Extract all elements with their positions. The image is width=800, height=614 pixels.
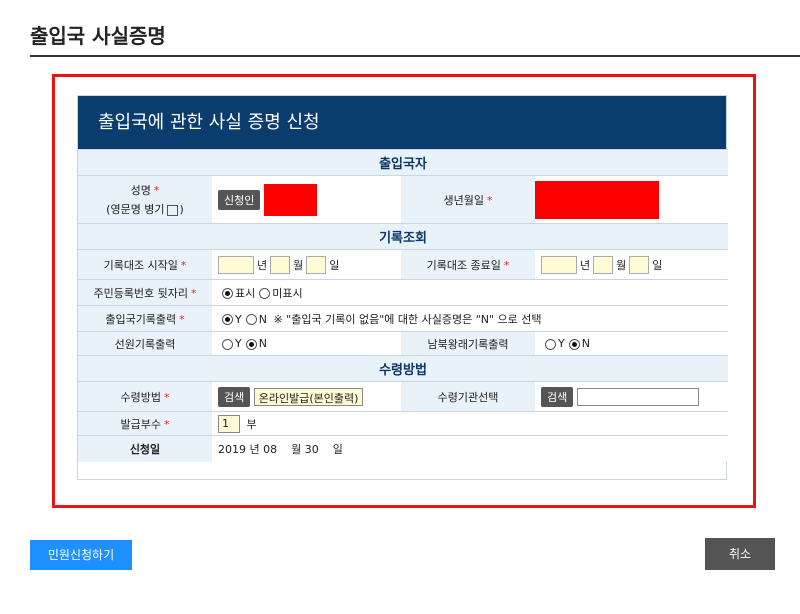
immigration-y-label: Y: [235, 312, 242, 326]
apply-button[interactable]: 민원신청하기: [30, 540, 132, 570]
unit-day: 일: [652, 258, 663, 272]
crew-n-radio[interactable]: [245, 338, 257, 350]
method-label-cell: 수령방법 *: [78, 381, 212, 412]
section-applicant: 출입국자: [78, 149, 729, 176]
required-mark: *: [486, 193, 493, 207]
immigration-label: 출입국기록출력: [105, 312, 177, 326]
interkorean-n-radio[interactable]: [568, 338, 580, 350]
start-date-label: 기록대조 시작일: [103, 258, 178, 272]
redacted-name: [263, 183, 317, 216]
application-form: 출입국에 관한 사실 증명 신청 출입국자 성명 * (영문명 병기) 신청인 생…: [77, 95, 729, 480]
interkorean-y-radio[interactable]: [545, 338, 556, 350]
required-mark: *: [503, 258, 510, 272]
agency-cell: 검색: [535, 381, 729, 412]
required-mark: *: [163, 390, 170, 404]
interkorean-label: 남북왕래기록출력: [427, 337, 509, 351]
unit-month: 월: [616, 258, 627, 272]
crew-y-radio[interactable]: [222, 338, 233, 350]
date-label-cell: 신청일: [78, 435, 212, 462]
crew-label: 선원기록출력: [114, 337, 176, 351]
id-suffix-label-cell: 주민등록번호 뒷자리 *: [78, 279, 212, 306]
agency-label: 수령기관선택: [437, 390, 499, 404]
birth-value-cell: [535, 175, 729, 224]
crew-y-label: Y: [235, 337, 242, 350]
id-suffix-label: 주민등록번호 뒷자리: [93, 286, 189, 300]
interkorean-n-label: N: [581, 337, 590, 350]
method-cell: 검색 온라인발급(본인출력): [212, 381, 401, 412]
immigration-y-radio[interactable]: [222, 314, 233, 325]
agency-input[interactable]: [576, 387, 699, 406]
section-receipt: 수령방법: [78, 355, 729, 382]
birth-label-cell: 생년월일 *: [401, 175, 535, 224]
start-date-cell: 년월일: [212, 249, 401, 280]
crew-n-label: N: [258, 337, 267, 350]
name-label-cell: 성명 * (영문명 병기): [78, 175, 212, 224]
redacted-birthdate: [535, 180, 659, 219]
unit-day: 일: [329, 258, 340, 272]
end-date-label-cell: 기록대조 종료일 *: [401, 249, 535, 280]
section-records: 기록조회: [78, 223, 729, 250]
name-label: 성명: [130, 184, 151, 197]
required-mark: *: [180, 258, 187, 272]
interkorean-label-cell: 남북왕래기록출력: [401, 331, 535, 356]
immigration-n-label: N: [258, 312, 267, 326]
copies-cell: 1 부: [212, 411, 729, 436]
end-month-input[interactable]: [593, 255, 614, 274]
interkorean-y-label: Y: [558, 337, 565, 350]
id-show-radio[interactable]: [222, 288, 233, 299]
start-month-input[interactable]: [270, 255, 291, 274]
required-mark: *: [191, 286, 197, 300]
english-name-label: (영문명 병기: [106, 203, 165, 216]
agency-label-cell: 수령기관선택: [401, 381, 535, 412]
end-date-label: 기록대조 종료일: [426, 258, 501, 272]
page-title: 출입국 사실증명: [30, 24, 166, 48]
applicant-button[interactable]: 신청인: [218, 189, 261, 210]
interkorean-cell: YN: [535, 331, 729, 356]
end-date-cell: 년월일: [535, 249, 729, 280]
copies-input[interactable]: 1: [218, 414, 240, 433]
copies-label: 발급부수: [120, 417, 161, 431]
immigration-n-radio[interactable]: [245, 314, 257, 325]
date-label: 신청일: [129, 442, 161, 456]
end-year-input[interactable]: [541, 255, 577, 274]
form-table: 출입국자 성명 * (영문명 병기) 신청인 생년월일 * 기록조회 기록대조 …: [78, 149, 729, 462]
end-day-input[interactable]: [629, 255, 650, 274]
form-header: 출입국에 관한 사실 증명 신청: [78, 96, 726, 149]
id-show-label: 표시: [235, 286, 256, 300]
agency-search-button[interactable]: 검색: [541, 386, 574, 407]
unit-year: 년: [580, 258, 591, 272]
start-year-input[interactable]: [218, 255, 254, 274]
immigration-note: ※ "출입국 기록이 없음"에 대한 사실증명은 "N" 으로 선택: [273, 312, 542, 326]
crew-label-cell: 선원기록출력: [78, 331, 212, 356]
immigration-label-cell: 출입국기록출력 *: [78, 305, 212, 332]
required-mark: *: [179, 312, 185, 326]
title-divider: [30, 55, 800, 57]
copies-label-cell: 발급부수 *: [78, 411, 212, 436]
required-mark: *: [153, 184, 160, 197]
application-date: 2019 년 08 월 30 일: [212, 435, 729, 462]
method-search-button[interactable]: 검색: [218, 386, 251, 407]
english-name-label-end: ): [179, 203, 184, 216]
unit-year: 년: [257, 258, 268, 272]
immigration-cell: Y N ※ "출입국 기록이 없음"에 대한 사실증명은 "N" 으로 선택: [212, 305, 729, 332]
method-value-field[interactable]: 온라인발급(본인출력): [253, 387, 364, 406]
required-mark: *: [163, 417, 170, 431]
name-value-cell: 신청인: [212, 175, 401, 224]
id-hide-radio[interactable]: [259, 288, 271, 299]
unit-month: 월: [293, 258, 304, 272]
crew-cell: YN: [212, 331, 401, 356]
start-day-input[interactable]: [306, 255, 327, 274]
birth-label: 생년월일: [443, 193, 484, 207]
id-hide-label: 미표시: [272, 286, 303, 300]
method-label: 수령방법: [120, 390, 161, 404]
copies-unit: 부: [246, 417, 257, 431]
id-suffix-cell: 표시 미표시: [212, 279, 729, 306]
english-name-checkbox[interactable]: [166, 204, 178, 216]
cancel-button[interactable]: 취소: [705, 538, 775, 570]
start-date-label-cell: 기록대조 시작일 *: [78, 249, 212, 280]
